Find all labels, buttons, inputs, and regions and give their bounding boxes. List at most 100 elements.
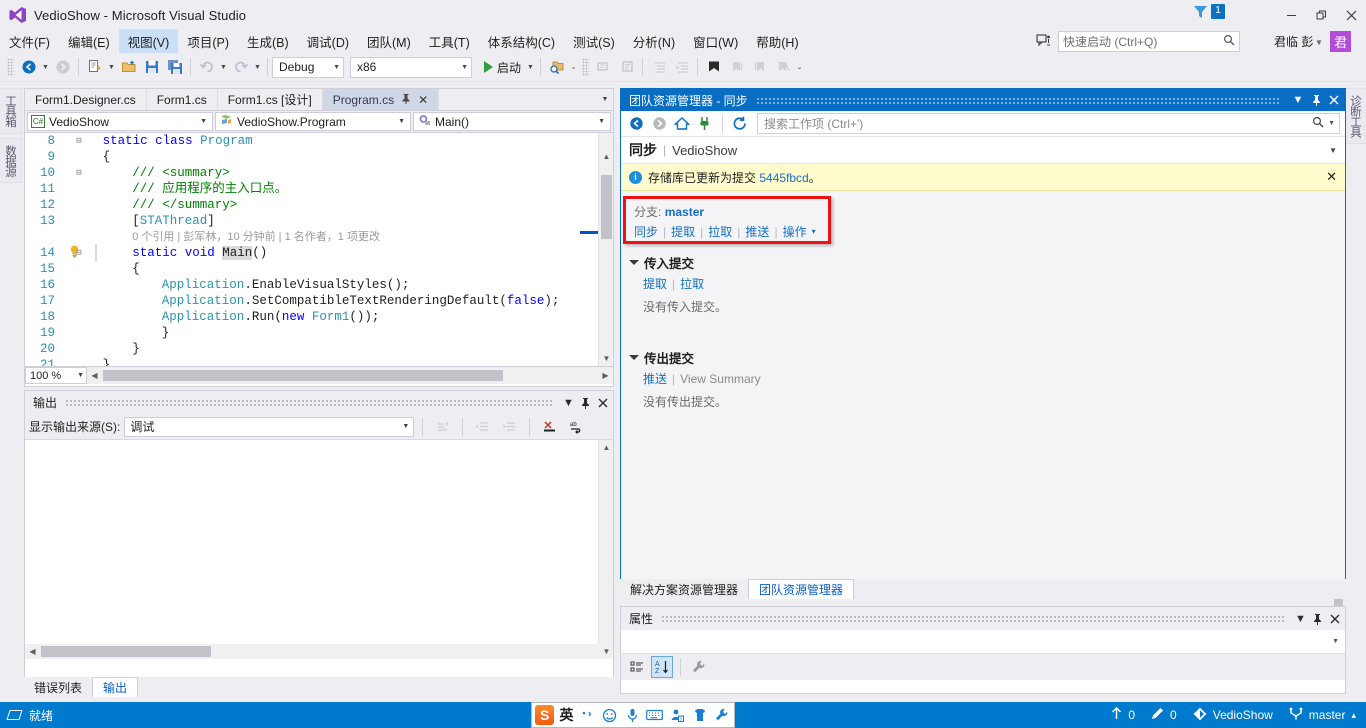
menu-item-5[interactable]: 调试(D) [298, 29, 358, 54]
bottom-tab-0[interactable]: 错误列表 [24, 677, 92, 697]
toolbar-grip[interactable] [7, 58, 14, 76]
chevron-down-icon[interactable]: ▼ [1332, 638, 1345, 645]
type-dropdown[interactable]: VedioShow.Program ▼ [215, 112, 411, 131]
scroll-up-arrow-icon[interactable]: ▲ [599, 149, 613, 164]
branch-actions-caret-icon[interactable]: ▾ [812, 227, 816, 236]
chevron-down-icon[interactable]: ▼ [1315, 38, 1323, 47]
code-line[interactable]: 8 ⊟ static class Program [25, 133, 252, 149]
document-tab-1[interactable]: Form1.cs [147, 89, 218, 110]
navigate-back-dropdown[interactable]: ▼ [40, 64, 51, 71]
scroll-left-arrow-icon[interactable]: ◀ [87, 368, 102, 383]
open-file-icon[interactable] [117, 56, 140, 79]
clear-all-icon[interactable] [538, 415, 561, 438]
code-line[interactable]: 0 个引用 | 彭军林，10 分钟前 | 1 名作者，1 项更改 [25, 229, 380, 245]
outgoing-heading[interactable]: 传出提交 [629, 348, 761, 367]
uncomment-icon[interactable] [615, 56, 638, 79]
branch-action-拉取[interactable]: 拉取 [708, 223, 732, 240]
notification-flag-icon[interactable] [1193, 5, 1209, 19]
menu-item-12[interactable]: 帮助(H) [747, 29, 807, 54]
scroll-down-arrow-icon[interactable]: ▼ [599, 644, 614, 659]
navigate-forward-icon[interactable] [51, 56, 74, 79]
emoji-icon[interactable] [601, 708, 619, 723]
home-icon[interactable] [672, 114, 692, 134]
redo-dropdown[interactable]: ▼ [252, 64, 263, 71]
properties-object-dropdown[interactable]: ▼ [621, 630, 1345, 654]
menu-item-4[interactable]: 生成(B) [238, 29, 298, 54]
voice-input-icon[interactable] [623, 708, 641, 723]
minimize-button[interactable] [1276, 0, 1306, 30]
scroll-left-arrow-icon[interactable]: ◀ [25, 644, 40, 659]
output-vertical-scrollbar[interactable]: ▲ ▼ [598, 440, 613, 659]
menu-item-11[interactable]: 窗口(W) [684, 29, 747, 54]
branch-status[interactable]: master ▴ [1289, 707, 1356, 724]
expand-collapse-icon[interactable] [629, 260, 639, 265]
chevron-down-icon[interactable]: ▼ [1292, 609, 1309, 628]
output-text-area[interactable]: ▲ ▼ ◀ [25, 440, 613, 659]
chevron-down-icon[interactable]: ▼ [595, 118, 608, 125]
close-icon[interactable] [594, 393, 611, 412]
notification-count-badge[interactable]: 1 [1211, 4, 1225, 19]
toolbar-grip-2[interactable] [582, 58, 590, 76]
chevron-down-icon[interactable]: ▼ [402, 423, 411, 430]
tab-overflow-icon[interactable]: ▼ [597, 89, 613, 110]
clear-bookmarks-icon[interactable] [771, 56, 794, 79]
redo-icon[interactable] [229, 56, 252, 79]
member-dropdown[interactable]: Main() ▼ [413, 112, 611, 131]
branch-action-提取[interactable]: 提取 [671, 223, 695, 240]
notification-cluster[interactable]: 1 [1193, 4, 1225, 19]
properties-wrench-icon[interactable] [688, 656, 710, 678]
maximize-restore-button[interactable] [1306, 0, 1336, 30]
undo-icon[interactable] [195, 56, 218, 79]
pending-changes-status[interactable]: 0 [1151, 707, 1177, 723]
code-line[interactable]: 19} [25, 325, 169, 341]
prev-message-icon[interactable] [471, 415, 494, 438]
chevron-down-icon[interactable]: ▼ [77, 372, 84, 379]
scroll-right-arrow-icon[interactable]: ▶ [598, 368, 613, 383]
categorized-view-icon[interactable] [626, 656, 648, 678]
close-icon[interactable] [1326, 609, 1343, 628]
soft-keyboard-icon[interactable] [646, 709, 664, 721]
start-debug-button[interactable]: 启动 [480, 59, 525, 76]
outgoing-commits-status[interactable]: 0 [1111, 706, 1135, 723]
chevron-down-icon[interactable]: ▼ [453, 64, 468, 71]
menu-item-10[interactable]: 分析(N) [624, 29, 684, 54]
explorer-tab-0[interactable]: 解决方案资源管理器 [620, 579, 748, 599]
toolbar-overflow-icon-2[interactable]: ⌄ [794, 63, 805, 71]
save-all-icon[interactable] [163, 56, 186, 79]
bottom-tab-1[interactable]: 输出 [92, 677, 139, 697]
avatar[interactable]: 君 [1330, 31, 1351, 52]
incoming-heading[interactable]: 传入提交 [629, 253, 727, 272]
pin-icon[interactable] [401, 93, 411, 107]
search-dropdown-caret[interactable]: ▼ [1324, 120, 1335, 127]
quick-launch-input[interactable]: 快速启动 (Ctrl+Q) [1058, 31, 1240, 52]
feedback-icon[interactable] [1036, 33, 1054, 49]
chevron-down-icon[interactable]: ▼ [560, 393, 577, 412]
right-vtab-0[interactable]: 诊断工具 [1344, 88, 1366, 144]
increase-indent-icon[interactable] [647, 56, 670, 79]
menu-item-0[interactable]: 文件(F) [0, 29, 59, 54]
start-dropdown[interactable]: ▼ [525, 64, 536, 71]
next-message-icon[interactable] [498, 415, 521, 438]
close-button[interactable] [1336, 0, 1366, 30]
commit-hash-link[interactable]: 5445fbcd [759, 171, 808, 185]
chevron-up-icon[interactable]: ▴ [1351, 710, 1356, 721]
toggle-wordwrap-icon[interactable]: ab [565, 415, 588, 438]
editor-horizontal-scrollbar[interactable]: ◀ ▶ [87, 368, 613, 383]
document-tab-2[interactable]: Form1.cs [设计] [218, 89, 323, 110]
skin-icon[interactable] [691, 708, 709, 722]
code-line[interactable]: 16 Application.EnableVisualStyles(); [25, 277, 409, 293]
code-line[interactable]: 15 { [25, 261, 140, 277]
close-tab-icon[interactable]: ✕ [418, 93, 428, 107]
pin-icon[interactable] [1307, 90, 1325, 110]
scroll-up-arrow-icon[interactable]: ▲ [599, 440, 614, 455]
outgoing-link-推送[interactable]: 推送 [643, 372, 667, 386]
back-icon[interactable] [626, 114, 646, 134]
branch-name[interactable]: master [665, 205, 704, 219]
code-content[interactable]: 8 ⊟ static class Program 9{10 ⊟/// <summary>… [25, 133, 559, 366]
fold-toggle-icon[interactable]: ⊟ [73, 133, 85, 149]
search-icon[interactable] [1223, 34, 1235, 49]
menu-item-7[interactable]: 工具(T) [420, 29, 479, 54]
left-vtab-0[interactable]: 工具箱 [0, 88, 22, 134]
sogou-logo-icon[interactable]: S [535, 705, 555, 725]
drag-dots[interactable] [755, 96, 1281, 104]
